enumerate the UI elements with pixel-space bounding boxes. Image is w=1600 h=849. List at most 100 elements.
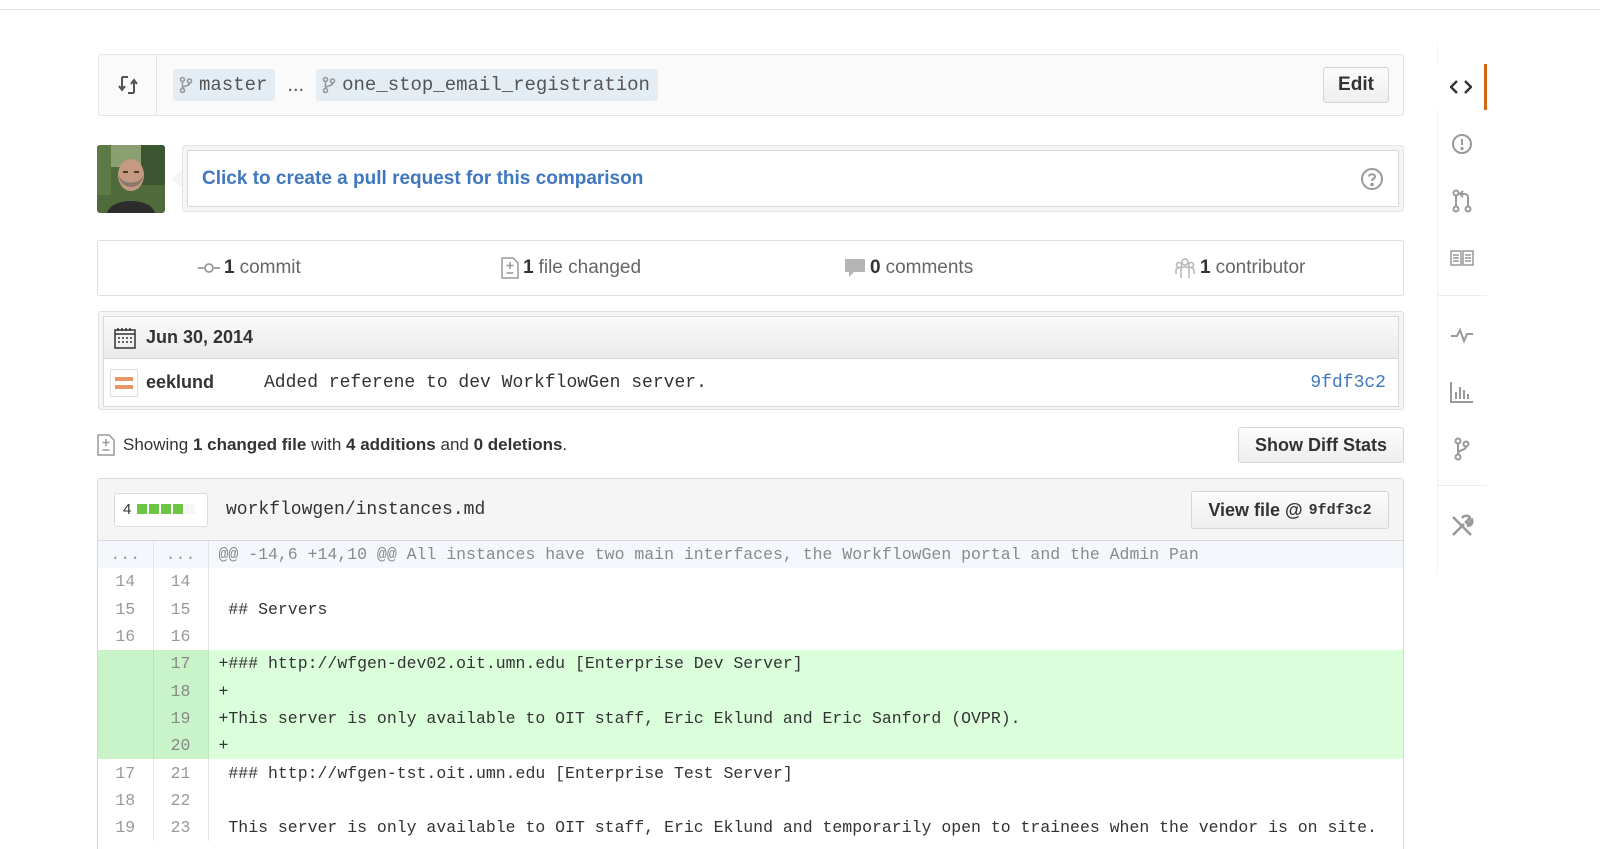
- calendar-icon: [114, 327, 136, 349]
- toc-period: .: [562, 435, 568, 454]
- commit-group-header: Jun 30, 2014: [103, 316, 1399, 358]
- old-line-number[interactable]: [98, 732, 154, 760]
- diff-hunk-header: ...... @@ -14,6 +14,10 @@ All instances h…: [98, 541, 1403, 569]
- old-line-number[interactable]: 18: [98, 786, 154, 814]
- create-pull-request-link[interactable]: Click to create a pull request for this …: [202, 168, 643, 190]
- diff-line-code: +: [208, 732, 1403, 760]
- commits-count: 1: [224, 257, 235, 278]
- diff-line-code: ### http://wfgen-tst.oit.umn.edu [Enterp…: [218, 763, 793, 783]
- old-line-number[interactable]: [98, 704, 154, 733]
- old-line-number[interactable]: 17: [98, 759, 154, 787]
- toc-prefix: Showing: [123, 435, 189, 454]
- new-line-number[interactable]: 20: [153, 732, 209, 760]
- base-branch-name: master: [199, 74, 268, 96]
- nav-group-divider: [1437, 296, 1487, 486]
- pull-request-button[interactable]: Click to create a pull request for this …: [187, 150, 1399, 207]
- edit-range-button[interactable]: Edit: [1323, 67, 1389, 103]
- diff-line-addition: 17 +### http://wfgen-dev02.oit.umn.edu [E…: [98, 650, 1403, 678]
- file-diffstat[interactable]: 4: [114, 492, 208, 527]
- file-path[interactable]: workflowgen/instances.md: [226, 500, 485, 520]
- old-line-number[interactable]: 16: [98, 622, 154, 651]
- old-line-number[interactable]: [98, 677, 154, 705]
- summary-commits[interactable]: 1 commit: [198, 241, 301, 295]
- summary-contributors[interactable]: 1 contributor: [1174, 241, 1305, 295]
- summary-files-changed[interactable]: 1 file changed: [501, 241, 641, 295]
- diff-line-code: +: [208, 677, 1403, 705]
- new-line-number[interactable]: ...: [153, 541, 209, 569]
- commit-row: eeklund Added referene to dev WorkflowGe…: [103, 358, 1399, 407]
- branch-icon: [179, 76, 193, 94]
- new-line-number[interactable]: 14: [153, 568, 209, 596]
- new-line-number[interactable]: 18: [153, 677, 209, 705]
- commit-sha[interactable]: 9fdf3c2: [1310, 373, 1386, 393]
- toc-deletions: 0 deletions: [473, 435, 563, 454]
- avatar[interactable]: [97, 145, 165, 213]
- diff-line-context: 16 16: [98, 622, 1403, 651]
- new-line-number[interactable]: 21: [153, 759, 209, 787]
- new-line-number[interactable]: 15: [153, 595, 209, 623]
- diff-line-code: [208, 568, 1403, 595]
- old-line-number[interactable]: ...: [98, 541, 154, 569]
- view-file-button[interactable]: View file @ 9fdf3c2: [1191, 491, 1389, 529]
- diff-line-context: 19 23 This server is only available to OI…: [98, 813, 1403, 842]
- commits-listing: Jun 30, 2014 eeklund Added referene to d…: [98, 311, 1404, 410]
- settings-icon: [1452, 514, 1474, 536]
- diff-line-code: @@ -14,6 +14,10 @@ All instances have tw…: [208, 541, 1403, 569]
- old-line-number[interactable]: 14: [98, 568, 154, 596]
- diff-line-context: 18 22: [98, 786, 1403, 814]
- new-line-number[interactable]: 23: [153, 813, 209, 842]
- comments-label: comments: [885, 257, 974, 278]
- file-header: 4 workflowgen/instances.md View file @ 9…: [98, 479, 1403, 541]
- repo-nav-sidebar: [1437, 44, 1487, 574]
- diff-line-context: 14 14: [98, 568, 1403, 596]
- old-line-number[interactable]: 19: [98, 813, 154, 842]
- commit-message[interactable]: Added referene to dev WorkflowGen server…: [264, 373, 707, 393]
- new-line-number[interactable]: 17: [153, 650, 209, 678]
- summary-comments[interactable]: 0 comments: [844, 241, 973, 295]
- diff-table: ...... @@ -14,6 +14,10 @@ All instances h…: [98, 541, 1403, 842]
- head-branch-name: one_stop_email_registration: [342, 74, 650, 96]
- branch-icon: [322, 76, 336, 94]
- toc-and: and: [440, 435, 469, 454]
- diff-line-code: [208, 623, 1403, 650]
- diff-line-code: [208, 787, 1403, 814]
- new-line-number[interactable]: 19: [153, 704, 209, 733]
- files-changed-label: file changed: [538, 257, 642, 278]
- view-file-sha: 9fdf3c2: [1308, 501, 1372, 519]
- range-editor: master ... one_stop_email_registration E…: [98, 54, 1404, 116]
- diff-line-context: 15 15 ## Servers: [98, 595, 1403, 623]
- old-line-number[interactable]: 15: [98, 595, 154, 623]
- help-icon[interactable]: [1360, 167, 1384, 196]
- show-diff-stats-button[interactable]: Show Diff Stats: [1238, 427, 1404, 463]
- range-separator: ...: [287, 73, 305, 96]
- compare-icon[interactable]: [99, 55, 157, 115]
- comment-icon: [845, 259, 865, 277]
- commit-group-date: Jun 30, 2014: [146, 327, 254, 347]
- old-line-number[interactable]: [98, 650, 154, 678]
- commits-label: commit: [239, 257, 301, 278]
- nav-settings[interactable]: [1437, 503, 1487, 549]
- file-diff: 4 workflowgen/instances.md View file @ 9…: [97, 478, 1404, 849]
- diff-line-addition: 19 +This server is only available to OIT …: [98, 704, 1403, 733]
- diffstat-added-block: [137, 504, 148, 514]
- diff-line-code: +This server is only available to OIT st…: [208, 704, 1403, 733]
- toc-changed-files[interactable]: 1 changed file: [193, 435, 306, 455]
- files-changed-count: 1: [523, 257, 534, 278]
- organization-icon: [1175, 258, 1195, 278]
- diff-line-code: This server is only available to OIT sta…: [218, 818, 1377, 838]
- file-diff-icon: [501, 257, 519, 279]
- diffstat-blocks: [135, 501, 196, 518]
- head-branch-selector[interactable]: one_stop_email_registration: [316, 69, 658, 101]
- new-line-number[interactable]: 22: [153, 786, 209, 814]
- new-line-number[interactable]: 16: [153, 622, 209, 651]
- diff-line-code: +### http://wfgen-dev02.oit.umn.edu [Ent…: [208, 650, 1403, 678]
- commit-author[interactable]: eeklund: [146, 372, 264, 393]
- base-branch-selector[interactable]: master: [173, 69, 276, 101]
- nav-group-divider: [1437, 44, 1487, 296]
- diff-line-addition: 20 +: [98, 732, 1403, 760]
- diffstat-added-block: [173, 504, 184, 514]
- toc-with: with: [311, 435, 342, 454]
- file-diff-icon: [97, 434, 115, 456]
- author-avatar[interactable]: [110, 368, 138, 397]
- header-divider: [0, 0, 1600, 10]
